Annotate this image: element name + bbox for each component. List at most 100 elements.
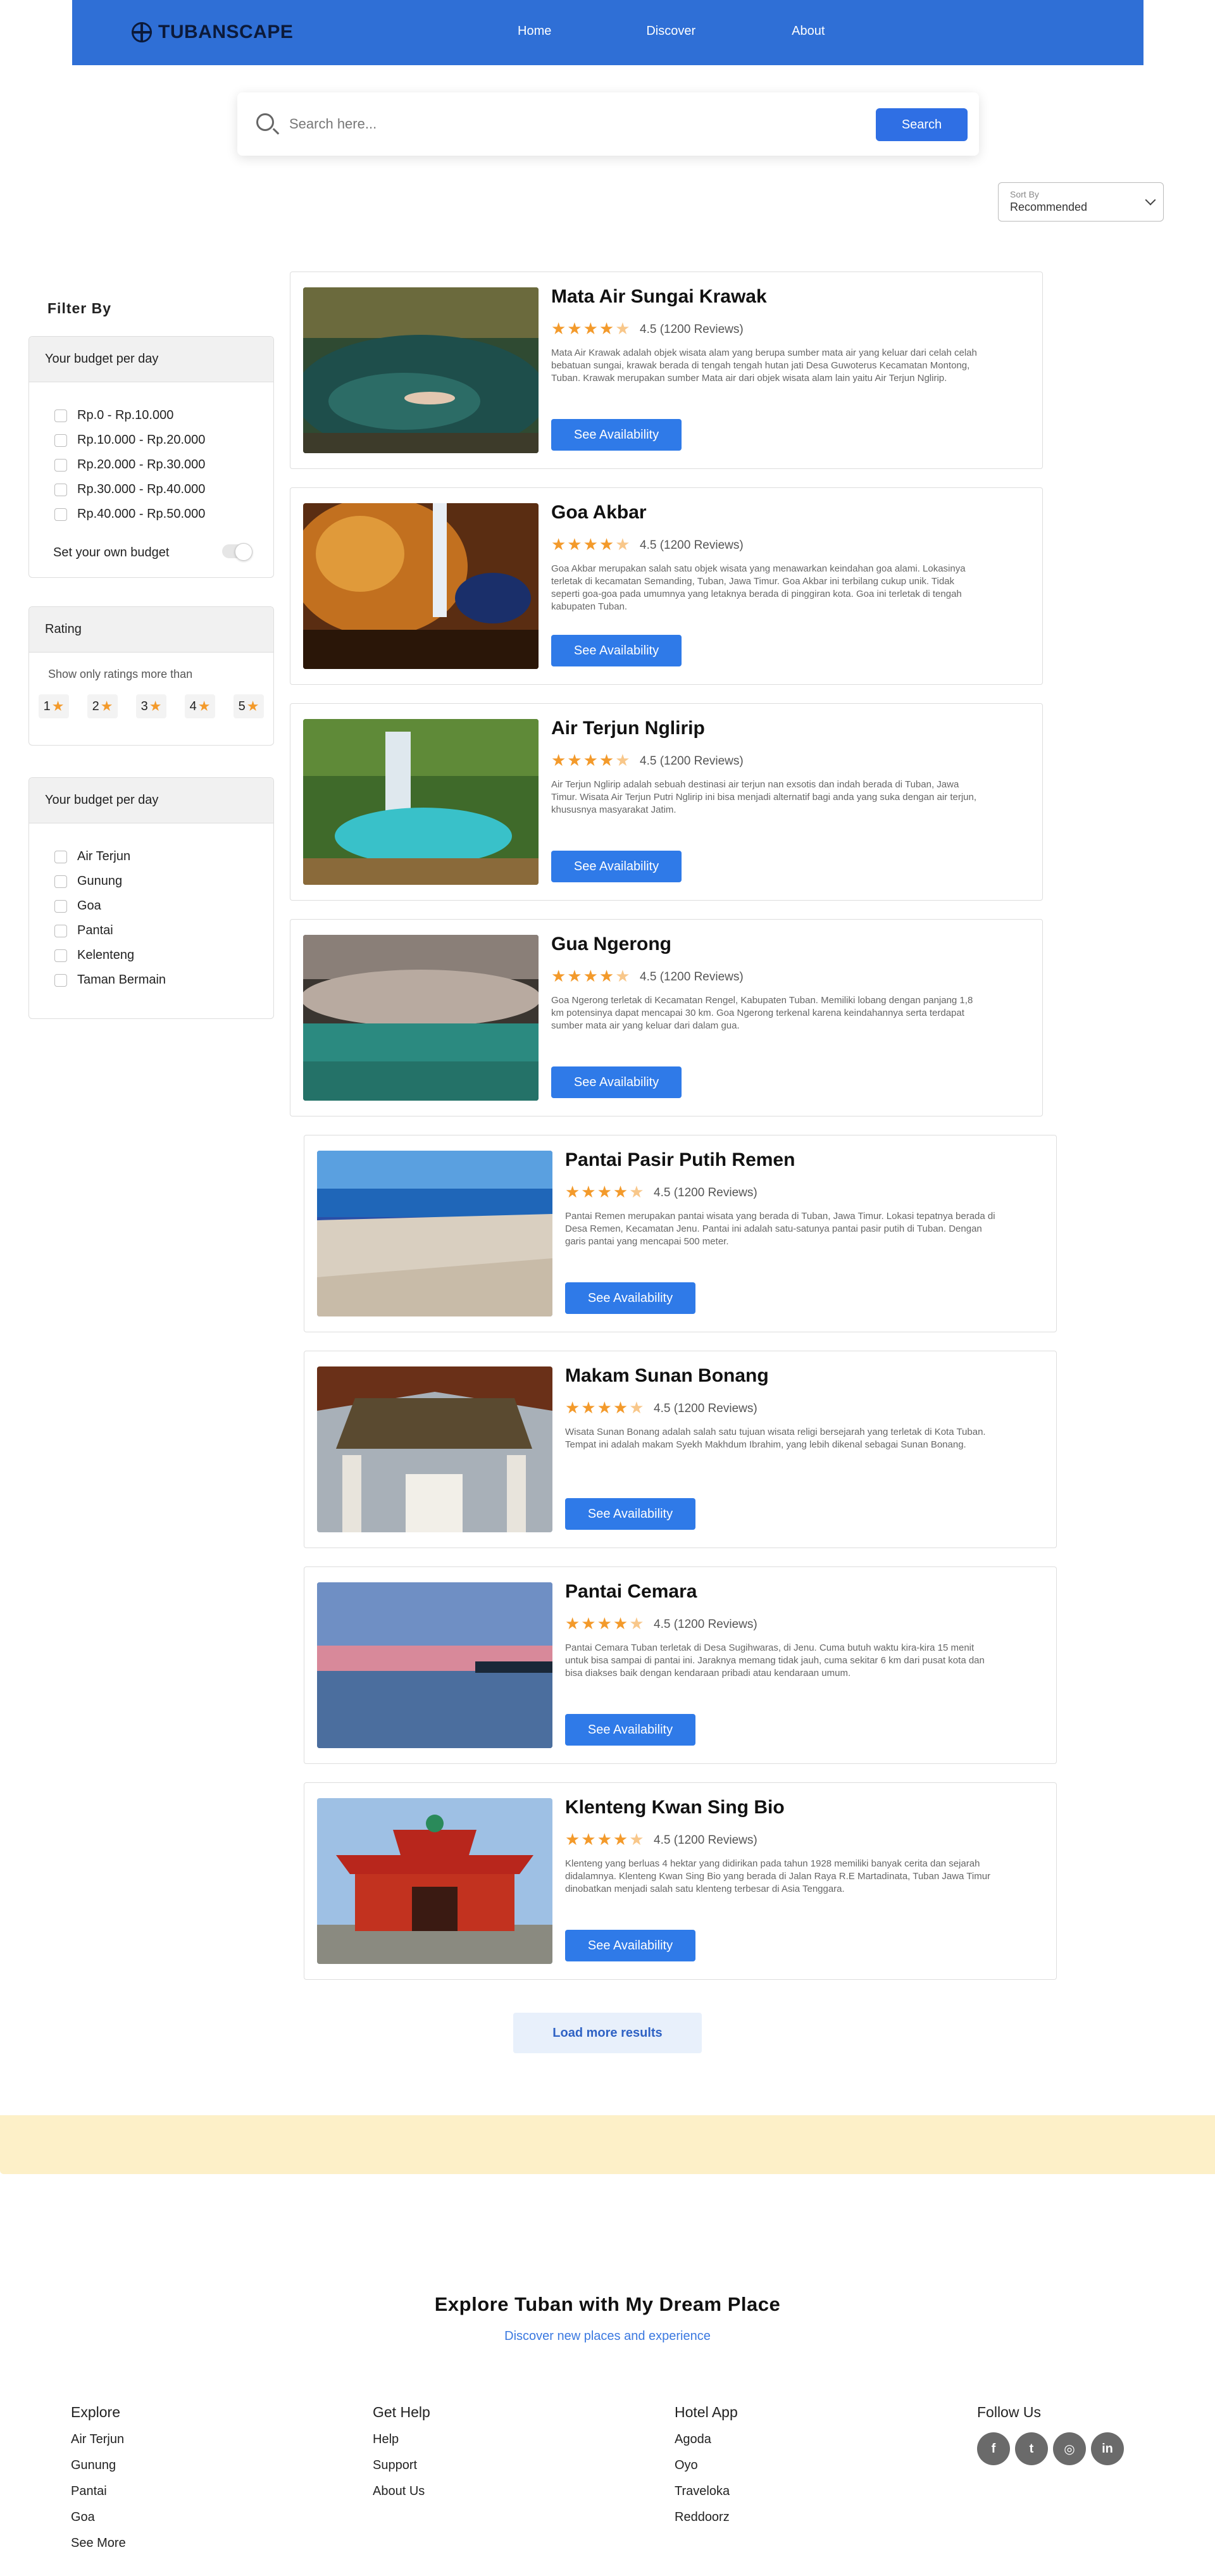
footer-link[interactable]: See More [71, 2536, 126, 2551]
twitter-icon[interactable]: t [1015, 2432, 1048, 2465]
result-image[interactable] [303, 287, 539, 453]
result-image[interactable] [317, 1151, 552, 1316]
see-availability-button[interactable]: See Availability [565, 1498, 695, 1530]
sort-label: Sort By [1010, 189, 1039, 199]
footer-link[interactable]: Support [373, 2458, 430, 2473]
globe-icon [132, 22, 152, 42]
footer-link[interactable]: Goa [71, 2510, 126, 2525]
footer-follow-us: Follow Us f t ◎ in [977, 2404, 1124, 2465]
footer-link[interactable]: Pantai [71, 2484, 126, 2499]
result-image[interactable] [303, 935, 539, 1101]
result-image[interactable] [303, 503, 539, 669]
footer-link[interactable]: Agoda [675, 2432, 738, 2447]
rating-value: 5 [238, 699, 246, 713]
category-option[interactable]: Goa [54, 899, 101, 913]
sort-dropdown[interactable]: Sort By Recommended [998, 182, 1164, 222]
result-description: Air Terjun Nglirip adalah sebuah destina… [551, 779, 977, 815]
rating-chip-3[interactable]: 3 ★ [136, 694, 166, 718]
see-availability-button[interactable]: See Availability [565, 1930, 695, 1961]
checkbox[interactable] [54, 483, 67, 496]
see-availability-button[interactable]: See Availability [551, 851, 682, 882]
search-input[interactable] [289, 111, 833, 137]
checkbox[interactable] [54, 924, 67, 937]
star-icon: ★ [246, 698, 259, 714]
load-more-button[interactable]: Load more results [513, 2013, 702, 2053]
result-description: Klenteng yang berluas 4 hektar yang didi… [565, 1858, 991, 1894]
category-option-label: Kelenteng [77, 948, 135, 962]
facebook-icon[interactable]: f [977, 2432, 1010, 2465]
nav-about[interactable]: About [792, 24, 825, 39]
result-title[interactable]: Goa Akbar [551, 502, 647, 523]
result-title[interactable]: Mata Air Sungai Krawak [551, 286, 767, 308]
result-title[interactable]: Pantai Cemara [565, 1581, 697, 1603]
footer-link[interactable]: Traveloka [675, 2484, 738, 2499]
nav-discover[interactable]: Discover [646, 24, 695, 39]
review-count: 4.5 (1200 Reviews) [640, 754, 744, 768]
result-title[interactable]: Klenteng Kwan Sing Bio [565, 1797, 785, 1818]
star-rating: ★★★★★ [551, 319, 632, 338]
category-panel: Your budget per day Air Terjun Gunung Go… [28, 777, 274, 1019]
footer-link[interactable]: Gunung [71, 2458, 126, 2473]
logo[interactable]: TUBANSCAPE [132, 22, 293, 43]
result-title[interactable]: Makam Sunan Bonang [565, 1365, 769, 1387]
checkbox[interactable] [54, 409, 67, 422]
category-option[interactable]: Air Terjun [54, 849, 130, 864]
see-availability-button[interactable]: See Availability [551, 1066, 682, 1098]
checkbox[interactable] [54, 508, 67, 521]
result-title[interactable]: Gua Ngerong [551, 934, 671, 955]
category-option[interactable]: Kelenteng [54, 948, 134, 963]
result-image[interactable] [317, 1798, 552, 1964]
budget-option[interactable]: Rp.40.000 - Rp.50.000 [54, 507, 205, 522]
budget-option-label: Rp.10.000 - Rp.20.000 [77, 433, 206, 447]
checkbox[interactable] [54, 949, 67, 962]
checkbox[interactable] [54, 973, 67, 987]
budget-option[interactable]: Rp.30.000 - Rp.40.000 [54, 482, 205, 497]
checkbox[interactable] [54, 899, 67, 913]
rating-chip-2[interactable]: 2 ★ [87, 694, 118, 718]
checkbox[interactable] [54, 434, 67, 447]
footer-link[interactable]: About Us [373, 2484, 430, 2499]
own-budget-toggle[interactable] [222, 543, 252, 561]
see-availability-button[interactable]: See Availability [551, 419, 682, 451]
result-title[interactable]: Air Terjun Nglirip [551, 718, 705, 739]
footer-link[interactable]: Reddoorz [675, 2510, 738, 2525]
review-count: 4.5 (1200 Reviews) [654, 1834, 757, 1847]
budget-option-label: Rp.0 - Rp.10.000 [77, 408, 174, 422]
result-image[interactable] [317, 1366, 552, 1532]
search-button[interactable]: Search [876, 108, 968, 141]
category-option[interactable]: Pantai [54, 923, 113, 938]
footer-explore: Explore Air Terjun Gunung Pantai Goa See… [71, 2404, 126, 2562]
rating-panel: Rating Show only ratings more than 1 ★ 2 ★… [28, 606, 274, 746]
category-option[interactable]: Gunung [54, 874, 122, 889]
category-option-label: Gunung [77, 874, 123, 888]
checkbox[interactable] [54, 850, 67, 863]
budget-option[interactable]: Rp.10.000 - Rp.20.000 [54, 433, 205, 447]
nav-home[interactable]: Home [518, 24, 551, 39]
result-card: Klenteng Kwan Sing Bio ★★★★★ 4.5 (1200 R… [304, 1782, 1057, 1980]
review-count: 4.5 (1200 Reviews) [640, 323, 744, 336]
rating-chip-4[interactable]: 4 ★ [185, 694, 215, 718]
footer-link[interactable]: Help [373, 2432, 430, 2447]
checkbox[interactable] [54, 458, 67, 472]
rating-chip-5[interactable]: 5 ★ [234, 694, 264, 718]
result-description: Goa Ngerong terletak di Kecamatan Rengel… [551, 995, 973, 1031]
see-availability-button[interactable]: See Availability [551, 635, 682, 666]
see-availability-button[interactable]: See Availability [565, 1714, 695, 1746]
see-availability-button[interactable]: See Availability [565, 1282, 695, 1314]
footer-link[interactable]: Air Terjun [71, 2432, 126, 2447]
budget-option[interactable]: Rp.0 - Rp.10.000 [54, 408, 173, 423]
result-image[interactable] [303, 719, 539, 885]
rating-panel-title: Rating [29, 607, 273, 653]
result-title[interactable]: Pantai Pasir Putih Remen [565, 1149, 795, 1171]
result-card: Makam Sunan Bonang ★★★★★ 4.5 (1200 Revie… [304, 1351, 1057, 1548]
footer-link[interactable]: Oyo [675, 2458, 738, 2473]
linkedin-icon[interactable]: in [1091, 2432, 1124, 2465]
result-image[interactable] [317, 1582, 552, 1748]
checkbox[interactable] [54, 875, 67, 888]
star-icon: ★ [51, 698, 65, 714]
category-option[interactable]: Taman Bermain [54, 973, 166, 987]
budget-option[interactable]: Rp.20.000 - Rp.30.000 [54, 458, 205, 472]
rating-chip-1[interactable]: 1 ★ [39, 694, 69, 718]
instagram-icon[interactable]: ◎ [1053, 2432, 1086, 2465]
result-card: Pantai Pasir Putih Remen ★★★★★ 4.5 (1200… [304, 1135, 1057, 1332]
